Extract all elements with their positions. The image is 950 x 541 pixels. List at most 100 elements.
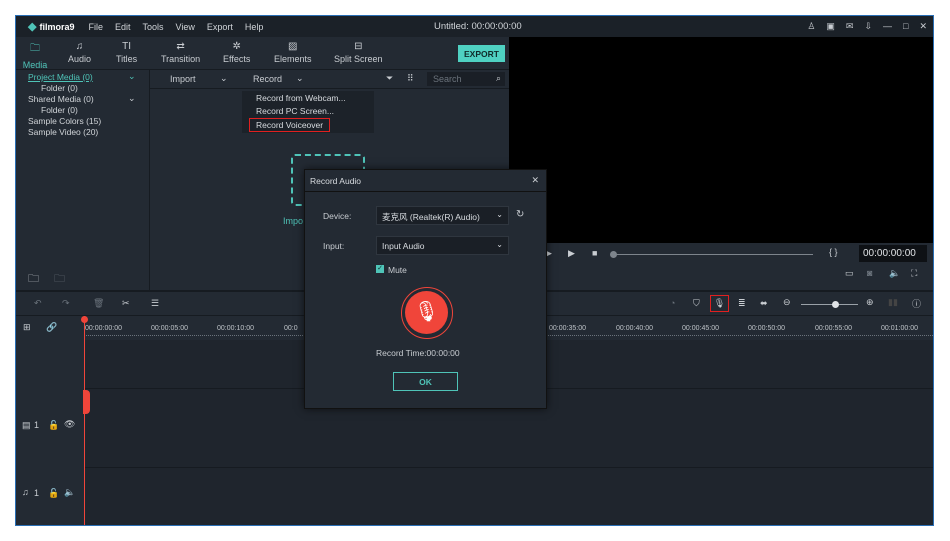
delete-folder-icon[interactable]: 🗀 (54, 270, 65, 289)
search-icon[interactable]: ⌕ (496, 73, 501, 84)
device-label: Device: (323, 211, 352, 221)
playhead[interactable] (84, 316, 85, 525)
ruler-tick-label: 00:0 (284, 325, 298, 332)
snapshot-icon[interactable]: ◙ (867, 268, 872, 278)
sidebar-item-sample-video[interactable]: Sample Video (20) (28, 127, 98, 137)
menu-tools[interactable]: Tools (143, 22, 164, 32)
record-button[interactable]: 🎙 (401, 287, 453, 339)
render-settings-icon[interactable]: ▭ (845, 268, 854, 279)
eye-icon[interactable]: 👁 (64, 419, 75, 430)
maximize-button[interactable]: □ (903, 21, 908, 32)
tab-label: Transition (161, 54, 201, 64)
record-screen-item[interactable]: Record PC Screen... (256, 106, 334, 116)
menu-help[interactable]: Help (245, 22, 264, 32)
tab-titles[interactable]: TI Titles (116, 41, 137, 64)
menu-export[interactable]: Export (207, 22, 233, 32)
chevron-down-icon[interactable]: ⌄ (128, 93, 136, 104)
zoom-slider-handle[interactable] (832, 301, 839, 308)
tab-transition[interactable]: ⇄ Transition (161, 41, 200, 64)
help-icon[interactable]: ⓘ (912, 297, 921, 310)
refresh-icon[interactable]: ↻ (516, 209, 524, 220)
fit-timeline-icon[interactable]: ⬌ (760, 298, 768, 309)
zoom-slider[interactable] (801, 304, 858, 305)
microphone-icon: 🎙 (405, 291, 448, 334)
link-icon[interactable]: 🔗 (46, 322, 57, 333)
menu-edit[interactable]: Edit (115, 22, 131, 32)
record-audio-dialog: Record Audio ✕ Device: 麦克风 (Realtek(R) A… (304, 169, 547, 409)
minimize-button[interactable]: — (883, 21, 892, 32)
marker-icon[interactable]: ⛉ (693, 298, 700, 309)
progress-slider[interactable] (613, 254, 813, 255)
progress-handle[interactable] (610, 251, 617, 258)
record-voiceover-button[interactable]: 🎙 (710, 295, 729, 312)
audio-mixer-icon[interactable]: ≣ (738, 298, 746, 309)
speaker-icon[interactable]: 🔈 (64, 487, 75, 498)
stop-icon[interactable]: ■ (592, 248, 597, 258)
ruler-tick-label: 00:00:40:00 (616, 325, 653, 332)
sidebar-item-folder[interactable]: Folder (0) (41, 105, 78, 115)
undo-icon[interactable]: ↶ (34, 298, 42, 309)
new-folder-icon[interactable]: 🗀 (28, 270, 39, 289)
zoom-out-icon[interactable]: ⊖ (783, 297, 791, 308)
layout-icon[interactable]: ▮▮ (888, 297, 898, 308)
record-dropdown[interactable]: Record (253, 74, 282, 84)
tab-audio[interactable]: ♫ Audio (68, 41, 91, 64)
mark-in-out[interactable]: { } (829, 247, 838, 257)
tab-effects[interactable]: ✲ Effects (223, 41, 250, 64)
close-icon[interactable]: ✕ (531, 175, 539, 186)
search-placeholder: Search (433, 74, 462, 84)
record-voiceover-item[interactable]: Record Voiceover (249, 118, 331, 132)
fullscreen-icon[interactable]: ⛶ (911, 268, 917, 279)
menu-view[interactable]: View (176, 22, 195, 32)
ok-button[interactable]: OK (393, 372, 458, 391)
save-icon[interactable]: ▣ (826, 21, 835, 32)
render-preview-icon[interactable]: ◔ (670, 298, 675, 308)
account-icon[interactable]: ♙ (807, 21, 815, 32)
add-track-icon[interactable]: ⊞ (23, 322, 31, 333)
logo-text: filmora9 (39, 21, 75, 32)
import-dropdown[interactable]: Import (170, 74, 196, 84)
tab-label: Media (22, 60, 48, 70)
export-button[interactable]: EXPORT (458, 45, 505, 62)
volume-icon[interactable]: 🔈 (889, 268, 900, 279)
close-button[interactable]: ✕ (919, 21, 927, 32)
playback-controls: ▶ ▶ ■ { } 00:00:00:00 ▭ ◙ 🔈 ⛶ (509, 243, 933, 290)
redo-icon[interactable]: ↷ (62, 298, 70, 309)
mute-checkbox[interactable]: ✓ (376, 265, 384, 273)
filmora-window: ◆ filmora9 File Edit Tools View Export He… (15, 15, 934, 526)
playhead-grip[interactable] (83, 390, 90, 414)
sidebar-item-sample-colors[interactable]: Sample Colors (15) (28, 116, 101, 126)
ruler-tick-label: 00:00:00:00 (85, 325, 122, 332)
lock-icon[interactable]: 🔓 (48, 420, 59, 431)
sidebar-item-project-media[interactable]: Project Media (0) (28, 72, 93, 82)
chevron-down-icon[interactable]: ⌄ (220, 73, 228, 84)
dialog-header: Record Audio ✕ (305, 170, 546, 192)
input-select[interactable]: Input Audio ⌄ (376, 236, 509, 255)
device-select[interactable]: 麦克风 (Realtek(R) Audio) ⌄ (376, 206, 509, 225)
tab-split-screen[interactable]: ⊟ Split Screen (334, 41, 383, 64)
sidebar-item-folder[interactable]: Folder (0) (41, 83, 78, 93)
chevron-down-icon[interactable]: ⌄ (296, 73, 304, 84)
input-value: Input Audio (382, 241, 425, 251)
adjust-icon[interactable]: ☰ (151, 298, 159, 309)
sidebar-item-shared-media[interactable]: Shared Media (0) (28, 94, 94, 104)
download-icon[interactable]: ⇩ (864, 21, 872, 32)
play-icon[interactable]: ▶ (568, 248, 575, 259)
lock-icon[interactable]: 🔓 (48, 488, 59, 499)
delete-icon[interactable]: 🗑 (93, 298, 104, 309)
chevron-down-icon[interactable]: ⌄ (128, 71, 136, 82)
tab-label: Audio (68, 54, 92, 64)
menu-file[interactable]: File (88, 22, 103, 32)
input-label: Input: (323, 241, 345, 251)
video-track-icon: ▤ (22, 420, 31, 430)
zoom-in-icon[interactable]: ⊕ (866, 297, 874, 308)
playhead-handle[interactable] (81, 316, 88, 323)
mail-icon[interactable]: ✉ (846, 21, 854, 32)
tab-elements[interactable]: ▨ Elements (274, 41, 312, 64)
cut-icon[interactable]: ✂ (122, 298, 130, 309)
grid-view-icon[interactable]: ⠿ (407, 73, 414, 84)
search-input[interactable]: Search ⌕ (427, 72, 505, 86)
record-webcam-item[interactable]: Record from Webcam... (256, 93, 346, 103)
filter-icon[interactable]: ⏷ (386, 73, 393, 84)
audio-track-number: 1 (34, 488, 40, 498)
